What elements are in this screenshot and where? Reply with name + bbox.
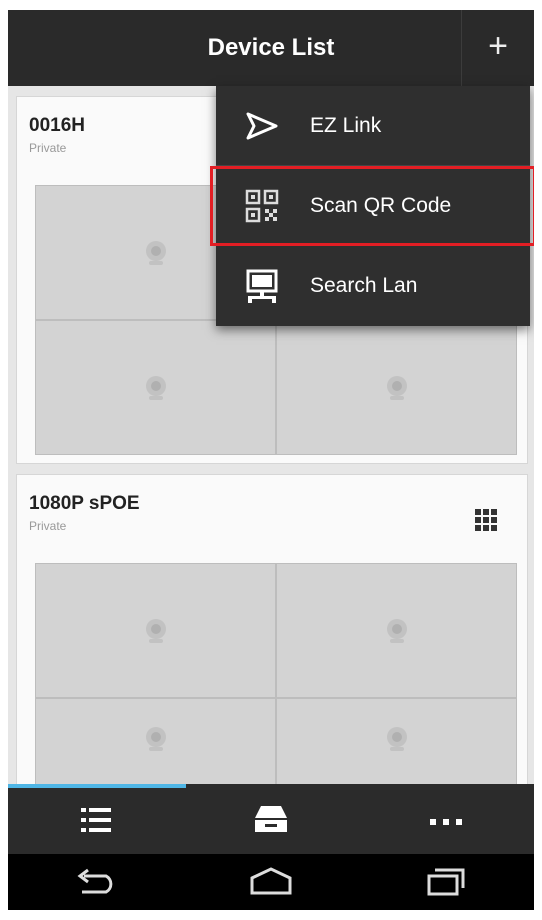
highlight-box (210, 166, 534, 246)
menu-item-ez-link[interactable]: EZ Link (216, 86, 530, 166)
tab-device-list[interactable] (8, 788, 183, 854)
back-button[interactable] (8, 854, 183, 910)
menu-item-label: Search Lan (310, 274, 418, 297)
camera-icon (386, 727, 407, 751)
home-icon (250, 867, 292, 895)
device-name: 1080P sPOE (29, 493, 140, 514)
camera-cell[interactable] (35, 320, 276, 455)
monitor-lan-icon (246, 269, 278, 303)
tab-storage[interactable] (183, 788, 358, 854)
device-card[interactable]: 1080P sPOE Private (16, 474, 528, 833)
top-bar: Device List + (8, 10, 534, 86)
camera-icon (145, 375, 166, 400)
page-title: Device List (207, 34, 335, 61)
camera-icon (145, 240, 166, 265)
camera-icon (386, 375, 407, 400)
recents-button[interactable] (358, 854, 533, 910)
camera-icon (145, 727, 166, 751)
system-nav-bar (8, 854, 534, 910)
bottom-tab-bar (8, 784, 534, 854)
tab-more[interactable] (358, 788, 533, 854)
app-screen: Device List + 0016H Private 1080P sPOE P… (8, 10, 534, 910)
camera-cell[interactable] (276, 563, 517, 698)
camera-grid (35, 563, 517, 833)
recents-icon (427, 868, 465, 896)
grid-menu-icon[interactable] (475, 509, 497, 531)
tray-icon (255, 806, 287, 832)
camera-icon (145, 618, 166, 643)
device-name: 0016H (29, 115, 85, 136)
menu-item-search-lan[interactable]: Search Lan (216, 246, 530, 326)
add-button[interactable]: + (461, 10, 534, 86)
more-icon (430, 819, 462, 825)
menu-item-label: EZ Link (310, 114, 382, 137)
home-button[interactable] (183, 854, 358, 910)
camera-icon (386, 618, 407, 643)
device-subtitle: Private (29, 141, 67, 155)
camera-cell[interactable] (276, 320, 517, 455)
send-arrow-icon (246, 112, 278, 140)
device-subtitle: Private (29, 519, 67, 533)
list-icon (81, 808, 111, 832)
camera-cell[interactable] (35, 563, 276, 698)
back-icon (77, 868, 113, 894)
